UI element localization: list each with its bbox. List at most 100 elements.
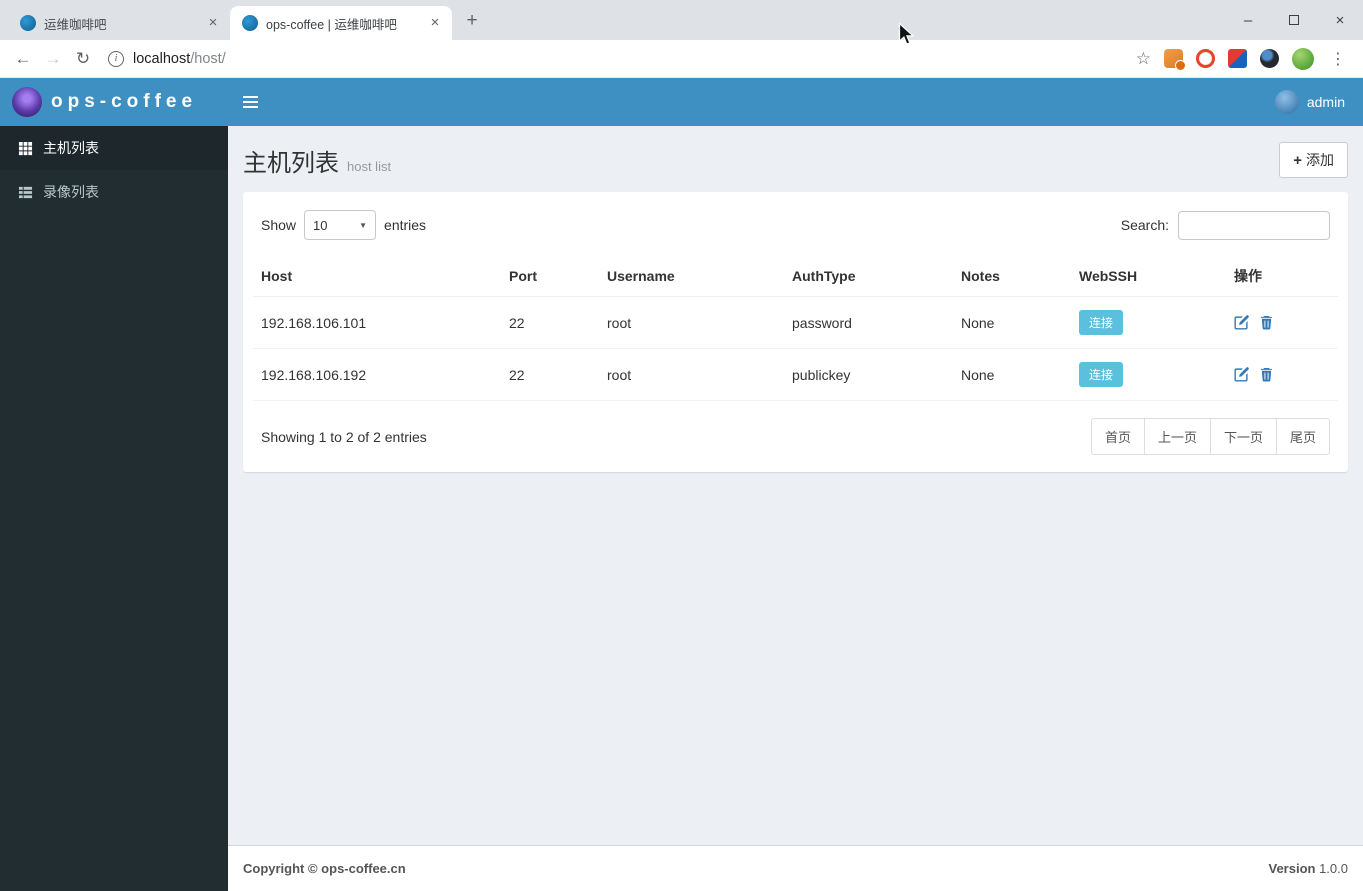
- cell-port: 22: [501, 296, 599, 349]
- pagination: 首页 上一页 下一页 尾页: [1090, 418, 1330, 455]
- browser-toolbar: ← → ↻ i localhost/host/ ☆ ⋮: [0, 40, 1363, 78]
- sidebar-item-host-list[interactable]: 主机列表: [0, 126, 228, 170]
- version-label: Version: [1268, 861, 1316, 876]
- sidebar: 主机列表 录像列表: [0, 126, 228, 891]
- column-header-host[interactable]: Host: [253, 256, 501, 297]
- browser-window: 运维咖啡吧 × ops-coffee | 运维咖啡吧 × + – × ← → ↻…: [0, 0, 1363, 891]
- tab-close-icon[interactable]: ×: [426, 14, 444, 32]
- caret-down-icon: ▼: [359, 220, 368, 230]
- sidebar-item-label: 主机列表: [43, 140, 99, 156]
- content: 主机列表 host list + 添加 Show 10 ▼ entries Se…: [228, 126, 1363, 845]
- page-info-icon[interactable]: i: [108, 50, 124, 67]
- user-menu[interactable]: admin: [1274, 90, 1363, 114]
- host-table: Host Port Username AuthType Notes WebSSH…: [253, 256, 1338, 401]
- cell-notes: None: [953, 296, 1071, 349]
- browser-profile-avatar[interactable]: [1292, 47, 1314, 70]
- tab-title: 运维咖啡吧: [44, 17, 107, 32]
- tab-close-icon[interactable]: ×: [204, 14, 222, 32]
- page-length-control: Show 10 ▼ entries: [261, 210, 426, 240]
- table-footer: Showing 1 to 2 of 2 entries 首页 上一页 下一页 尾…: [253, 401, 1338, 462]
- forward-icon[interactable]: →: [38, 44, 68, 74]
- pagination-next-button[interactable]: 下一页: [1209, 418, 1277, 455]
- back-icon[interactable]: ←: [8, 44, 38, 74]
- column-header-notes[interactable]: Notes: [953, 256, 1071, 297]
- search-label: Search:: [1120, 217, 1169, 233]
- row-actions: [1234, 367, 1330, 382]
- pagination-last-button[interactable]: 尾页: [1275, 418, 1330, 455]
- content-header: 主机列表 host list + 添加: [243, 138, 1348, 192]
- tab-favicon: [242, 15, 258, 31]
- window-maximize-button[interactable]: [1271, 0, 1317, 40]
- version-text: Version 1.0.0: [1268, 861, 1348, 876]
- column-header-webssh[interactable]: WebSSH: [1071, 256, 1226, 297]
- cell-host: 192.168.106.192: [253, 348, 501, 401]
- hamburger-icon: [242, 101, 258, 103]
- tab-favicon: [20, 15, 36, 31]
- extension-icon-2[interactable]: [1196, 49, 1215, 68]
- search-input[interactable]: [1178, 210, 1330, 240]
- table-info-text: Showing 1 to 2 of 2 entries: [261, 428, 427, 445]
- plus-icon: +: [1293, 151, 1302, 169]
- grid-icon: [18, 141, 33, 156]
- sidebar-toggle-button[interactable]: [228, 78, 272, 126]
- add-host-button[interactable]: + 添加: [1279, 142, 1348, 178]
- user-name: admin: [1306, 94, 1345, 110]
- show-label: Show: [261, 217, 297, 233]
- extension-icon-4[interactable]: [1260, 49, 1279, 68]
- edit-icon[interactable]: [1234, 315, 1249, 330]
- host-table-card: Show 10 ▼ entries Search: Host Port User…: [243, 192, 1348, 472]
- page-subtitle: host list: [347, 158, 392, 174]
- cell-authtype: password: [784, 296, 953, 349]
- main-area: 主机列表 录像列表 主机列表 host list + 添加 Show 10 ▼ …: [0, 126, 1363, 891]
- sidebar-item-record-list[interactable]: 录像列表: [0, 170, 228, 214]
- edit-icon[interactable]: [1234, 367, 1249, 382]
- column-header-port[interactable]: Port: [501, 256, 599, 297]
- extension-icon-3[interactable]: [1228, 49, 1247, 68]
- window-minimize-button[interactable]: –: [1225, 0, 1271, 40]
- sidebar-item-label: 录像列表: [43, 184, 99, 200]
- page-length-select[interactable]: 10 ▼: [304, 210, 377, 240]
- window-close-button[interactable]: ×: [1317, 0, 1363, 40]
- window-controls: – ×: [1225, 0, 1363, 40]
- cell-username: root: [599, 348, 784, 401]
- app-logo[interactable]: ops-coffee: [0, 78, 228, 126]
- content-column: 主机列表 host list + 添加 Show 10 ▼ entries Se…: [228, 126, 1363, 891]
- delete-icon[interactable]: [1259, 315, 1274, 330]
- pagination-first-button[interactable]: 首页: [1090, 418, 1145, 455]
- table-row: 192.168.106.192 22 root publickey None 连…: [253, 348, 1338, 401]
- copyright-text: Copyright © ops-coffee.cn: [243, 861, 406, 876]
- delete-icon[interactable]: [1259, 367, 1274, 382]
- entries-label: entries: [384, 217, 427, 233]
- brand-name: ops-coffee: [51, 91, 198, 112]
- cell-authtype: publickey: [784, 348, 953, 401]
- column-header-actions[interactable]: 操作: [1226, 256, 1338, 297]
- reload-icon[interactable]: ↻: [68, 44, 98, 74]
- browser-tab-2-active[interactable]: ops-coffee | 运维咖啡吧 ×: [230, 6, 452, 40]
- pagination-previous-button[interactable]: 上一页: [1143, 418, 1211, 455]
- search-control: Search:: [1120, 210, 1330, 240]
- maximize-icon: [1289, 15, 1299, 25]
- url-text[interactable]: localhost/host/: [133, 51, 226, 67]
- brand-logo-icon: [12, 87, 42, 117]
- cell-notes: None: [953, 348, 1071, 401]
- version-value: 1.0.0: [1319, 861, 1348, 876]
- address-bar[interactable]: i localhost/host/: [98, 50, 1136, 67]
- tab-title: ops-coffee | 运维咖啡吧: [266, 17, 397, 32]
- app-navbar: admin: [228, 78, 1363, 126]
- page-length-value: 10: [313, 217, 328, 233]
- webssh-connect-button[interactable]: 连接: [1079, 310, 1124, 335]
- table-controls: Show 10 ▼ entries Search:: [253, 202, 1338, 256]
- browser-tab-1[interactable]: 运维咖啡吧 ×: [8, 6, 230, 40]
- cell-host: 192.168.106.101: [253, 296, 501, 349]
- cell-username: root: [599, 296, 784, 349]
- extension-icon-1[interactable]: [1164, 49, 1186, 71]
- bookmark-star-icon[interactable]: ☆: [1136, 49, 1151, 69]
- url-path: /host/: [190, 50, 226, 67]
- tab-strip: 运维咖啡吧 × ops-coffee | 运维咖啡吧 × + – ×: [0, 0, 1363, 40]
- column-header-authtype[interactable]: AuthType: [784, 256, 953, 297]
- column-header-username[interactable]: Username: [599, 256, 784, 297]
- browser-menu-icon[interactable]: ⋮: [1327, 49, 1349, 69]
- webssh-connect-button[interactable]: 连接: [1079, 362, 1124, 387]
- new-tab-button[interactable]: +: [458, 7, 486, 35]
- url-host: localhost: [133, 50, 191, 67]
